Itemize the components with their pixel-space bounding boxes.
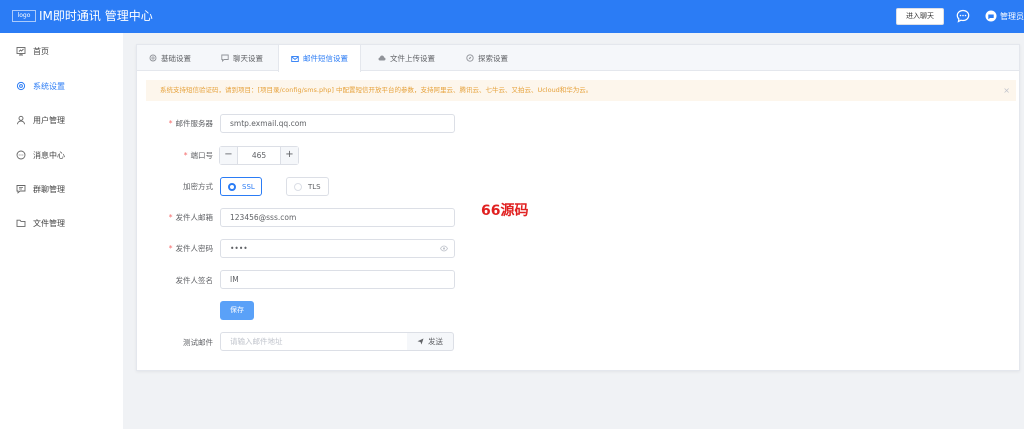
tab-chat-settings[interactable]: 聊天设置 [209,45,275,71]
folder-icon [16,219,26,227]
password-value: •••• [230,244,248,253]
port-increment-button[interactable]: + [280,147,298,164]
encryption-label: 加密方式 [183,182,213,191]
sms-info-alert: 系统支持短信验证码，请到项目：[项目录/config/sms.php] 中配置短… [146,80,1016,101]
tab-label: 聊天设置 [233,53,263,63]
tab-label: 邮件短信设置 [303,54,348,63]
required-mark: * [168,244,173,253]
sidebar-item-home[interactable]: 首页 [0,40,123,62]
tab-label: 基础设置 [161,53,191,63]
chat-icon [221,54,229,62]
logo-image: logo [12,10,36,22]
tab-explore-settings[interactable]: 探索设置 [454,45,520,71]
sidebar-item-label: 首页 [33,46,49,56]
sidebar-item-label: 文件管理 [33,218,65,228]
test-mail-input[interactable]: 请输入邮件地址 [220,332,408,351]
app-title: IM即时通讯 管理中心 [39,9,153,23]
group-chat-icon [16,185,26,194]
alert-text: 系统支持短信验证码，请到项目：[项目录/config/sms.php] 中配置短… [160,86,593,94]
sidebar-item-label: 消息中心 [33,150,65,160]
settings-tabs: 基础设置 聊天设置 邮件短信设置 文件上传设置 探索设置 [137,45,1019,72]
tab-label: 探索设置 [478,53,508,63]
logo: logo IM即时通讯 管理中心 [12,9,153,23]
mail-server-label: * 邮件服务器 [168,119,213,128]
message-icon [16,150,26,160]
sidebar-item-label: 系统设置 [33,81,65,91]
admin-name[interactable]: 管理员 [1000,11,1024,22]
watermark-text: 66源码 [481,203,529,219]
required-mark: * [183,151,188,160]
tab-label: 文件上传设置 [390,53,435,63]
radio-indicator [294,182,302,191]
dashboard-icon [16,47,26,56]
sender-email-label: * 发件人邮箱 [168,213,213,222]
close-icon[interactable]: × [1003,80,1010,101]
sender-signature-input[interactable]: IM [220,270,455,289]
test-mail-label: 测试邮件 [183,338,213,347]
sender-email-input[interactable]: 123456@sss.com [220,208,455,227]
send-icon [417,338,424,345]
chat-bubble-icon[interactable] [956,9,970,23]
port-label: * 端口号 [183,151,213,160]
user-icon [17,115,25,125]
send-label: 发送 [428,337,443,346]
tab-file-upload-settings[interactable]: 文件上传设置 [366,45,447,71]
gear-icon [149,54,157,62]
port-value[interactable]: 465 [238,147,280,164]
admin-avatar-icon[interactable] [984,9,998,23]
tab-mail-sms-settings[interactable]: 邮件短信设置 [278,45,361,72]
top-bar: logo IM即时通讯 管理中心 进入聊天 管理员 [0,0,1024,33]
sidebar-item-system-settings[interactable]: 系统设置 [0,75,123,97]
encryption-ssl-radio[interactable]: SSL [220,177,262,196]
enter-chat-button[interactable]: 进入聊天 [896,8,944,25]
sender-password-label: * 发件人密码 [168,244,213,253]
required-mark: * [168,119,173,128]
radio-label: TLS [308,182,321,191]
sidebar: 首页 系统设置 用户管理 消息中心 群聊管理 文件管理 [0,33,123,429]
sender-password-input[interactable]: •••• [220,239,455,258]
save-button[interactable]: 保存 [220,301,254,320]
mail-server-input[interactable]: smtp.exmail.qq.com [220,114,455,133]
mail-icon [291,55,299,62]
port-decrement-button[interactable]: − [220,147,238,164]
radio-label: SSL [242,182,255,191]
eye-icon[interactable] [440,245,448,252]
gear-icon [16,81,26,91]
required-mark: * [168,213,173,222]
port-stepper[interactable]: − 465 + [219,146,299,165]
tab-basic-settings[interactable]: 基础设置 [137,45,203,71]
sidebar-item-label: 用户管理 [33,115,65,125]
send-button[interactable]: 发送 [407,332,454,351]
sender-signature-label: 发件人签名 [175,276,214,285]
settings-card: 基础设置 聊天设置 邮件短信设置 文件上传设置 探索设置 系统支持短信验证码，请… [136,44,1020,371]
sidebar-item-label: 群聊管理 [33,184,65,194]
upload-cloud-icon [378,55,386,61]
encryption-tls-radio[interactable]: TLS [286,177,329,196]
radio-indicator [228,182,236,191]
compass-icon [466,54,474,62]
